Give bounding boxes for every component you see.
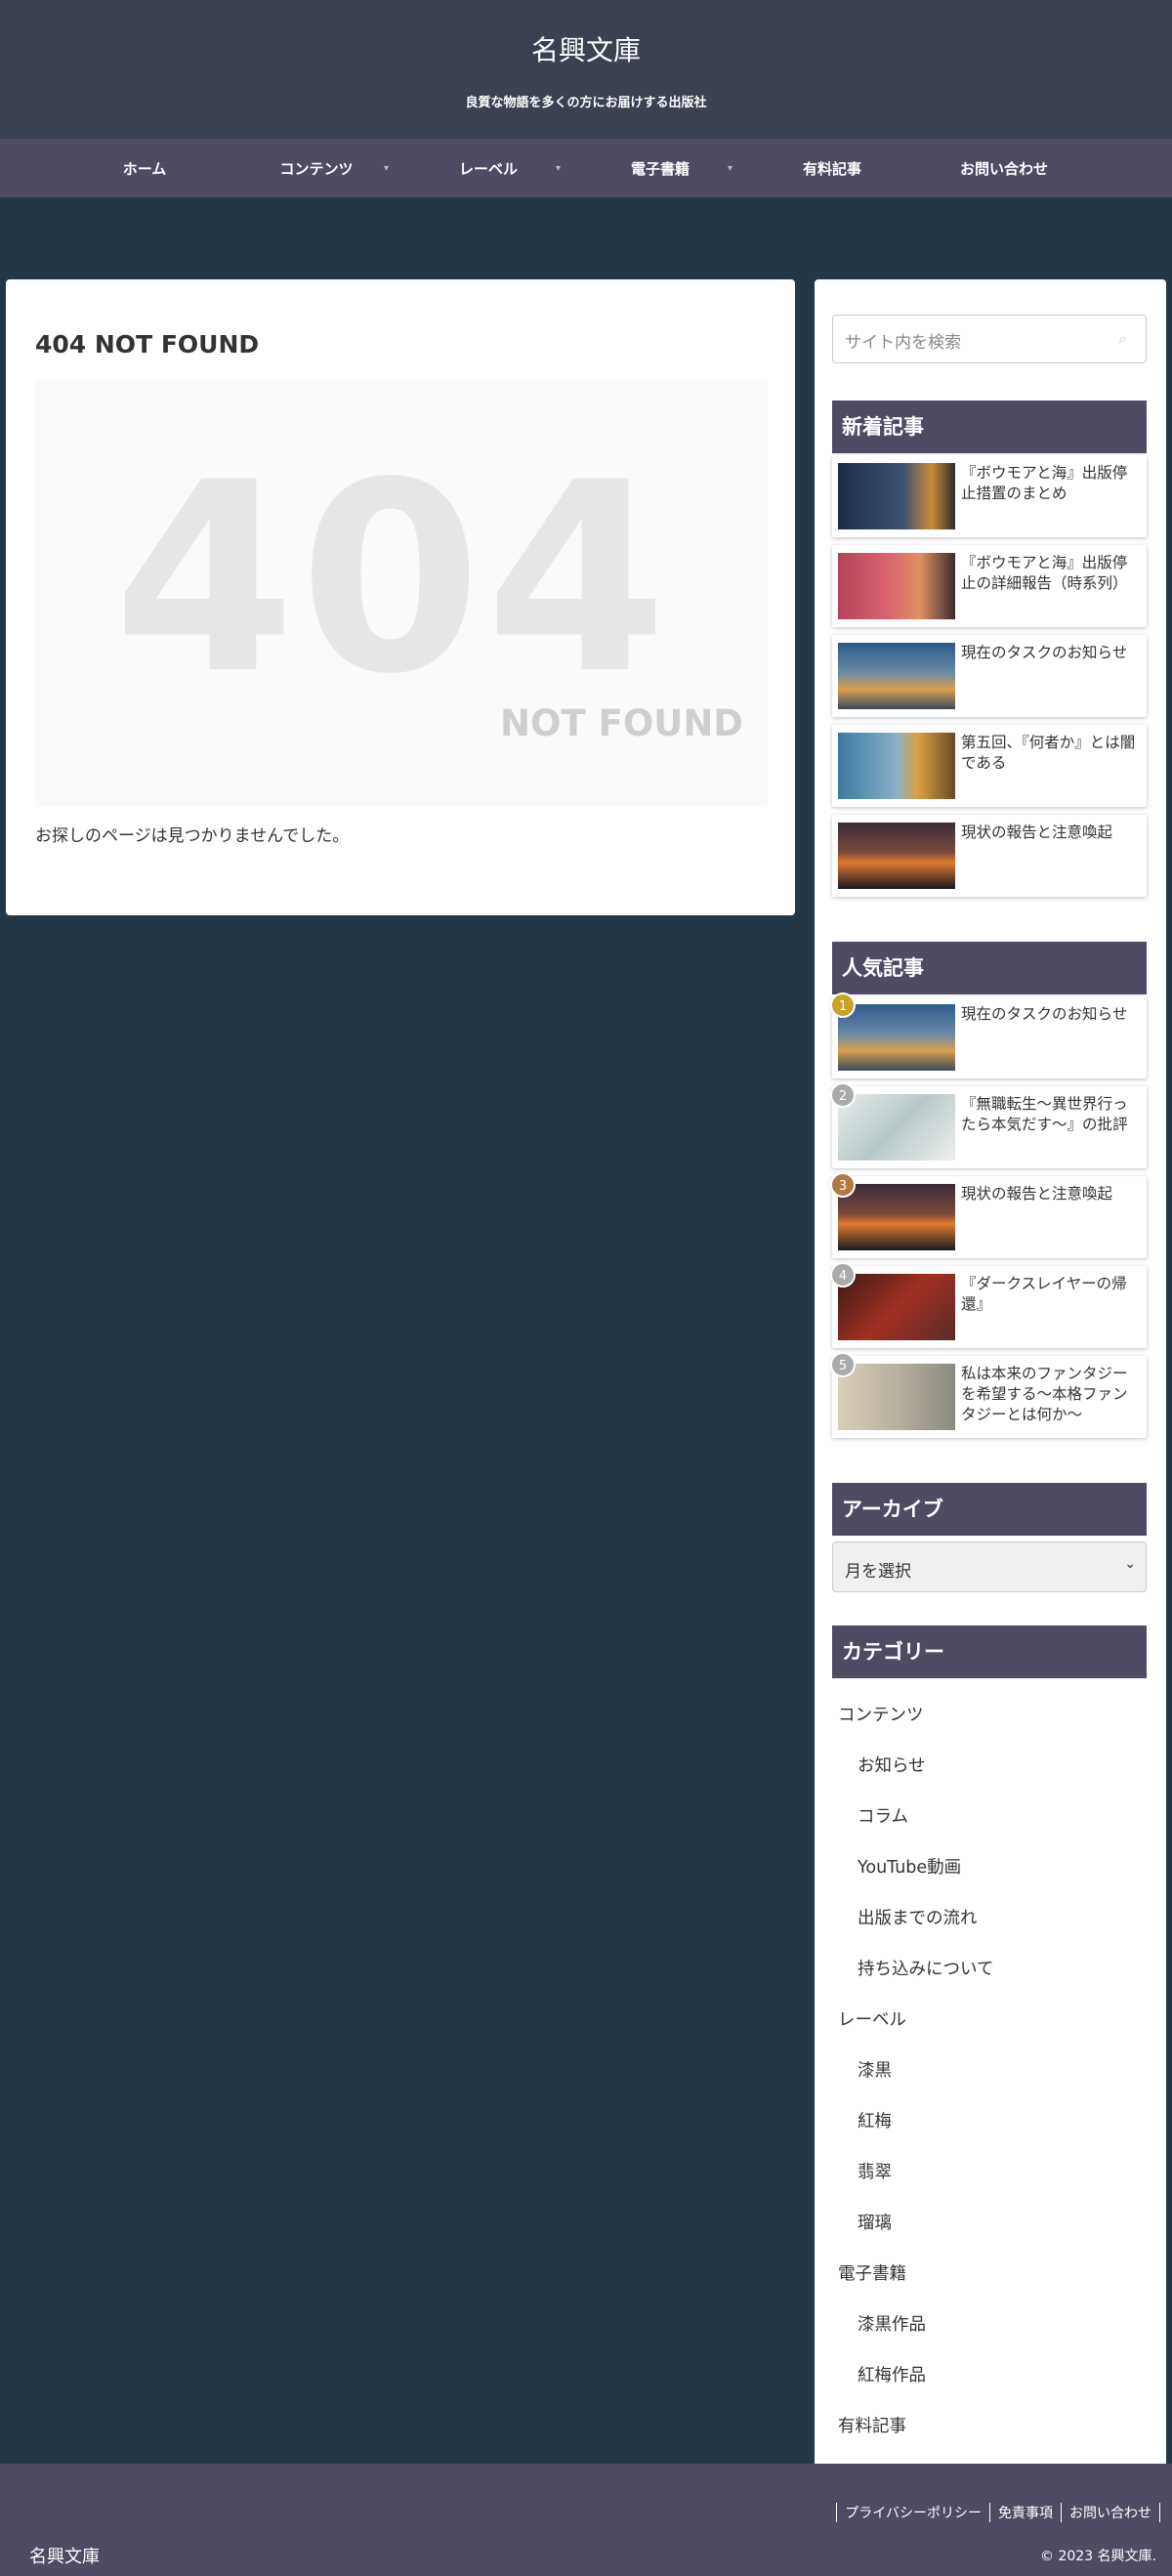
popular-post-card[interactable]: 2 『無職転生〜異世界行ったら本気だす〜』の批評 (830, 1082, 1147, 1168)
rank-badge: 4 (830, 1262, 856, 1288)
post-title: 現状の報告と注意喚起 (961, 823, 1113, 841)
rank-badge: 5 (830, 1352, 856, 1377)
archive-select[interactable]: 月を選択 ⌄ (832, 1541, 1147, 1592)
post-thumbnail (838, 1364, 955, 1430)
new-posts-heading: 新着記事 (832, 401, 1147, 453)
category-item[interactable]: 有料記事 (838, 2413, 906, 2437)
new-post-card[interactable]: 現在のタスクのお知らせ (832, 635, 1147, 717)
category-item[interactable]: 翡翠 (858, 2159, 892, 2183)
post-thumbnail (838, 1274, 955, 1340)
site-title[interactable]: 名興文庫 (0, 0, 1172, 68)
post-title: 現在のタスクのお知らせ (961, 644, 1128, 661)
nav-ebooks[interactable]: 電子書籍 ▾ (574, 139, 746, 197)
footer-link-disclaimer[interactable]: 免責事項 (989, 2503, 1061, 2522)
category-item[interactable]: レーベル (838, 2006, 906, 2031)
not-found-text: NOT FOUND (500, 702, 743, 744)
search-icon[interactable]: ⌕ (1118, 329, 1136, 348)
footer-site-name[interactable]: 名興文庫 (29, 2543, 100, 2568)
post-title: 『無職転生〜異世界行ったら本気だす〜』の批評 (961, 1095, 1128, 1133)
post-title: 現在のタスクのお知らせ (961, 1005, 1128, 1023)
post-thumbnail (838, 823, 955, 889)
not-found-message: お探しのページは見つかりませんでした。 (35, 826, 350, 846)
category-item[interactable]: YouTube動画 (858, 1854, 961, 1879)
popular-post-card[interactable]: 4 『ダークスレイヤーの帰還』 (830, 1262, 1147, 1348)
nav-label: レーベル (458, 159, 518, 178)
category-item[interactable]: 持ち込みについて (858, 1956, 993, 1980)
post-thumbnail (838, 733, 955, 799)
nav-home[interactable]: ホーム (59, 139, 230, 197)
post-thumbnail (838, 463, 955, 529)
sidebar: サイト内を検索 ⌕ 新着記事 『ボウモアと海』出版停止措置のまとめ 『ボウモアと… (815, 279, 1166, 2501)
chevron-down-icon: ▾ (383, 162, 389, 174)
post-thumbnail (838, 643, 955, 709)
new-post-card[interactable]: 第五回、『何者か』とは闇である (832, 725, 1147, 807)
nav-contents[interactable]: コンテンツ ▾ (230, 139, 402, 197)
new-post-card[interactable]: 現状の報告と注意喚起 (832, 815, 1147, 897)
category-item[interactable]: 電子書籍 (838, 2260, 906, 2285)
content-wrap: 404 NOT FOUND 404 NOT FOUND お探しのページは見つかり… (0, 197, 1172, 2501)
archive-select-value: 月を選択 (845, 1562, 911, 1582)
chevron-down-icon: ▾ (727, 162, 732, 174)
chevron-down-icon: ⌄ (1124, 1556, 1136, 1572)
post-title: 『ボウモアと海』出版停止措置のまとめ (961, 464, 1128, 502)
footer-link-contact[interactable]: お問い合わせ (1061, 2503, 1160, 2522)
post-thumbnail (838, 553, 955, 619)
big-404-text: 404 (113, 427, 672, 732)
search-placeholder: サイト内を検索 (845, 333, 961, 353)
search-input[interactable]: サイト内を検索 ⌕ (832, 315, 1147, 363)
post-title: 現状の報告と注意喚起 (961, 1185, 1113, 1203)
nav-label: 有料記事 (802, 159, 861, 178)
footer-link-privacy[interactable]: プライバシーポリシー (836, 2503, 989, 2522)
not-found-image: 404 NOT FOUND (35, 380, 768, 807)
nav-label-menu[interactable]: レーベル ▾ (402, 139, 574, 197)
chevron-down-icon: ▾ (555, 162, 561, 174)
post-title: 私は本来のファンタジーを希望する〜本格ファンタジーとは何か〜 (961, 1365, 1128, 1423)
rank-badge: 2 (830, 1082, 856, 1108)
popular-posts-heading: 人気記事 (832, 942, 1147, 994)
post-thumbnail (838, 1004, 955, 1071)
category-item[interactable]: 紅梅 (858, 2108, 892, 2133)
site-footer: プライバシーポリシー 免責事項 お問い合わせ 名興文庫 © 2023 名興文庫. (0, 2464, 1172, 2576)
new-post-card[interactable]: 『ボウモアと海』出版停止措置のまとめ (832, 455, 1147, 537)
rank-badge: 3 (830, 1172, 856, 1198)
site-header: 名興文庫 良質な物語を多くの方にお届けする出版社 (0, 0, 1172, 139)
rank-badge: 1 (830, 992, 856, 1018)
category-heading: カテゴリー (832, 1626, 1147, 1678)
category-item[interactable]: 漆黒作品 (858, 2311, 926, 2336)
post-title: 第五回、『何者か』とは闇である (961, 734, 1136, 772)
post-thumbnail (838, 1094, 955, 1161)
copyright: © 2023 名興文庫. (1040, 2549, 1156, 2564)
nav-label: お問い合わせ (959, 159, 1048, 178)
nav-label: ホーム (122, 159, 167, 178)
category-item[interactable]: 出版までの流れ (858, 1905, 978, 1929)
category-item[interactable]: 瑠璃 (858, 2210, 892, 2234)
post-thumbnail (838, 1184, 955, 1250)
category-item[interactable]: お知らせ (858, 1753, 926, 1777)
post-title: 『ダークスレイヤーの帰還』 (961, 1275, 1127, 1313)
archive-heading: アーカイブ (832, 1483, 1147, 1536)
new-post-card[interactable]: 『ボウモアと海』出版停止の詳細報告（時系列） (832, 545, 1147, 627)
post-title: 『ボウモアと海』出版停止の詳細報告（時系列） (961, 554, 1128, 592)
site-tagline: 良質な物語を多くの方にお届けする出版社 (465, 96, 707, 110)
nav-label: 電子書籍 (630, 159, 690, 178)
nav-contact[interactable]: お問い合わせ (918, 139, 1090, 197)
global-nav: ホーム コンテンツ ▾ レーベル ▾ 電子書籍 ▾ 有料記事 お問い合わせ (0, 139, 1172, 197)
main-content: 404 NOT FOUND 404 NOT FOUND お探しのページは見つかり… (6, 279, 795, 915)
nav-paid[interactable]: 有料記事 (746, 139, 918, 197)
page-title: 404 NOT FOUND (35, 330, 260, 359)
category-item[interactable]: 漆黒 (858, 2057, 892, 2082)
footer-links: プライバシーポリシー 免責事項 お問い合わせ (836, 2503, 1160, 2522)
popular-post-card[interactable]: 1 現在のタスクのお知らせ (830, 992, 1147, 1078)
category-item[interactable]: コラム (858, 1803, 908, 1828)
popular-post-card[interactable]: 5 私は本来のファンタジーを希望する〜本格ファンタジーとは何か〜 (830, 1352, 1147, 1438)
category-item[interactable]: コンテンツ (838, 1702, 924, 1726)
popular-post-card[interactable]: 3 現状の報告と注意喚起 (830, 1172, 1147, 1258)
nav-label: コンテンツ (279, 159, 354, 178)
category-item[interactable]: 紅梅作品 (858, 2362, 926, 2386)
